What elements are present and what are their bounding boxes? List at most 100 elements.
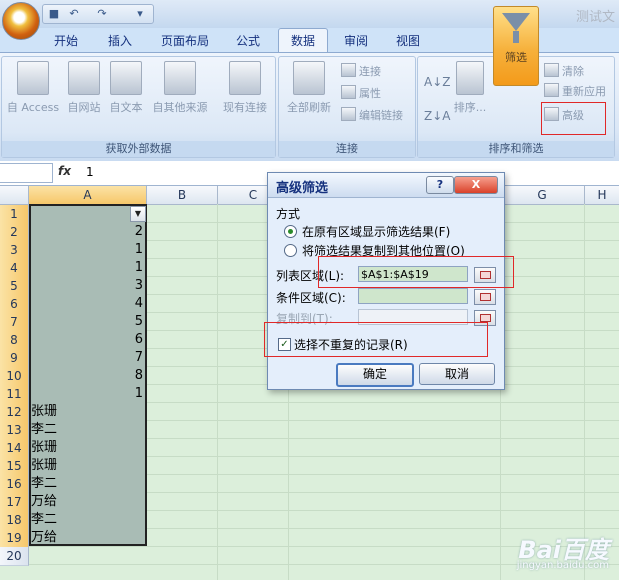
row-header[interactable]: 4 (0, 259, 29, 278)
cell-a9[interactable]: 7 (31, 349, 145, 367)
from-other-sources-button[interactable]: 自其他来源 (148, 61, 212, 115)
name-box[interactable] (0, 163, 53, 183)
row-header[interactable]: 13 (0, 421, 29, 440)
row-header[interactable]: 14 (0, 439, 29, 458)
row-header[interactable]: 9 (0, 349, 29, 368)
tab-formulas[interactable]: 公式 (228, 31, 268, 52)
ok-button[interactable]: 确定 (336, 363, 414, 387)
row-header[interactable]: 10 (0, 367, 29, 386)
cell-a19[interactable]: 万给 (31, 529, 145, 547)
cell-a5[interactable]: 3 (31, 277, 145, 295)
group-connections: 全部刷新 连接 属性 编辑链接 连接 (278, 56, 416, 158)
sort-button[interactable]: 排序... (450, 61, 490, 115)
row-header[interactable]: 8 (0, 331, 29, 350)
radio-filter-in-place-label[interactable]: 在原有区域显示筛选结果(F) (302, 223, 450, 240)
criteria-range-collapse-button[interactable] (474, 289, 496, 305)
row-header[interactable]: 18 (0, 511, 29, 530)
cell-a15[interactable]: 张珊 (31, 457, 145, 475)
cell-a7[interactable]: 5 (31, 313, 145, 331)
reapply-icon (544, 83, 559, 97)
row-header[interactable]: 3 (0, 241, 29, 260)
tab-review[interactable]: 审阅 (336, 31, 376, 52)
column-header-b[interactable]: B (147, 186, 218, 205)
from-web-button[interactable]: 自网站 (62, 61, 106, 115)
group-label: 排序和筛选 (418, 141, 614, 157)
cell-a4[interactable]: 1 (31, 259, 145, 277)
from-access-button[interactable]: 自 Access (4, 61, 62, 115)
tab-home[interactable]: 开始 (46, 31, 86, 52)
tab-data[interactable]: 数据 (278, 28, 328, 53)
list-range-highlight-box (318, 256, 514, 288)
autofilter-dropdown-icon[interactable]: ▼ (130, 206, 146, 222)
access-icon (17, 61, 49, 95)
window-title: 测试文 (575, 10, 615, 25)
watermark-url: jingyan.baidu.com (516, 560, 609, 571)
undo-icon[interactable]: ↶ (67, 7, 81, 20)
row-header[interactable]: 5 (0, 277, 29, 296)
cell-a16[interactable]: 李二 (31, 475, 145, 493)
radio-filter-in-place[interactable] (284, 225, 297, 238)
cell-a12[interactable]: 张珊 (31, 403, 145, 421)
row-header[interactable]: 6 (0, 295, 29, 314)
cell-a3[interactable]: 1 (31, 241, 145, 259)
connections-button[interactable]: 连接 (341, 63, 381, 81)
cell-a13[interactable]: 李二 (31, 421, 145, 439)
edit-links-button[interactable]: 编辑链接 (341, 107, 403, 125)
row-header[interactable]: 2 (0, 223, 29, 242)
existing-connections-button[interactable]: 现有连接 (218, 61, 272, 115)
column-header-g[interactable]: G (500, 186, 585, 205)
row-header[interactable]: 15 (0, 457, 29, 476)
customize-qat-icon[interactable]: ▾ (133, 7, 147, 20)
insert-function-icon[interactable]: fx (58, 164, 74, 178)
redo-icon[interactable]: ↷ (95, 7, 109, 20)
tab-page-layout[interactable]: 页面布局 (154, 31, 216, 52)
help-button[interactable]: ? (426, 176, 454, 194)
unique-records-highlight-box (264, 322, 488, 357)
advanced-highlight-box (541, 102, 606, 135)
criteria-range-input[interactable] (358, 288, 468, 304)
connection-file-icon (229, 61, 261, 95)
row-header[interactable]: 7 (0, 313, 29, 332)
column-header-a[interactable]: A (29, 186, 147, 205)
cell-a6[interactable]: 4 (31, 295, 145, 313)
group-label: 连接 (279, 141, 415, 157)
formula-input[interactable]: 1 (86, 165, 94, 179)
row-header[interactable]: 19 (0, 529, 29, 548)
filter-button[interactable]: 筛选 (493, 6, 539, 86)
database-icon (164, 61, 196, 95)
row-header[interactable]: 16 (0, 475, 29, 494)
cell-a11[interactable]: 1 (31, 385, 145, 403)
quick-access-toolbar: ■ ↶ ↷ ▾ (42, 4, 154, 24)
tab-view[interactable]: 视图 (388, 31, 428, 52)
row-header[interactable]: 1 (0, 205, 29, 224)
tab-insert[interactable]: 插入 (100, 31, 140, 52)
cell-a2[interactable]: 2 (31, 223, 145, 241)
refresh-all-button[interactable]: 全部刷新 (283, 61, 335, 115)
close-button[interactable]: X (454, 176, 498, 194)
group-label: 获取外部数据 (2, 141, 275, 157)
row-header[interactable]: 12 (0, 403, 29, 422)
column-header-h[interactable]: H (585, 186, 619, 205)
row-header[interactable]: 11 (0, 385, 29, 404)
dialog-title-bar: 高级筛选 ? X (268, 173, 504, 198)
clear-button[interactable]: 清除 (544, 63, 584, 81)
reapply-button[interactable]: 重新应用 (544, 83, 606, 101)
cell-a10[interactable]: 8 (31, 367, 145, 385)
properties-button[interactable]: 属性 (341, 85, 381, 103)
office-button[interactable] (2, 2, 40, 40)
cell-a17[interactable]: 万给 (31, 493, 145, 511)
cell-a14[interactable]: 张珊 (31, 439, 145, 457)
select-all-corner[interactable] (0, 186, 29, 205)
sort-ascending-button[interactable]: A↓Z (424, 73, 450, 91)
from-text-button[interactable]: 自文本 (106, 61, 146, 115)
sort-descending-button[interactable]: Z↓A (424, 107, 450, 125)
cell-a18[interactable]: 李二 (31, 511, 145, 529)
cell-a1[interactable] (31, 205, 145, 223)
row-header[interactable]: 20 (0, 547, 29, 566)
dialog-title: 高级筛选 (276, 181, 329, 196)
cancel-button[interactable]: 取消 (419, 363, 495, 385)
save-icon[interactable]: ■ (47, 7, 61, 20)
cell-a8[interactable]: 6 (31, 331, 145, 349)
row-header[interactable]: 17 (0, 493, 29, 512)
radio-copy-to-location[interactable] (284, 244, 297, 257)
